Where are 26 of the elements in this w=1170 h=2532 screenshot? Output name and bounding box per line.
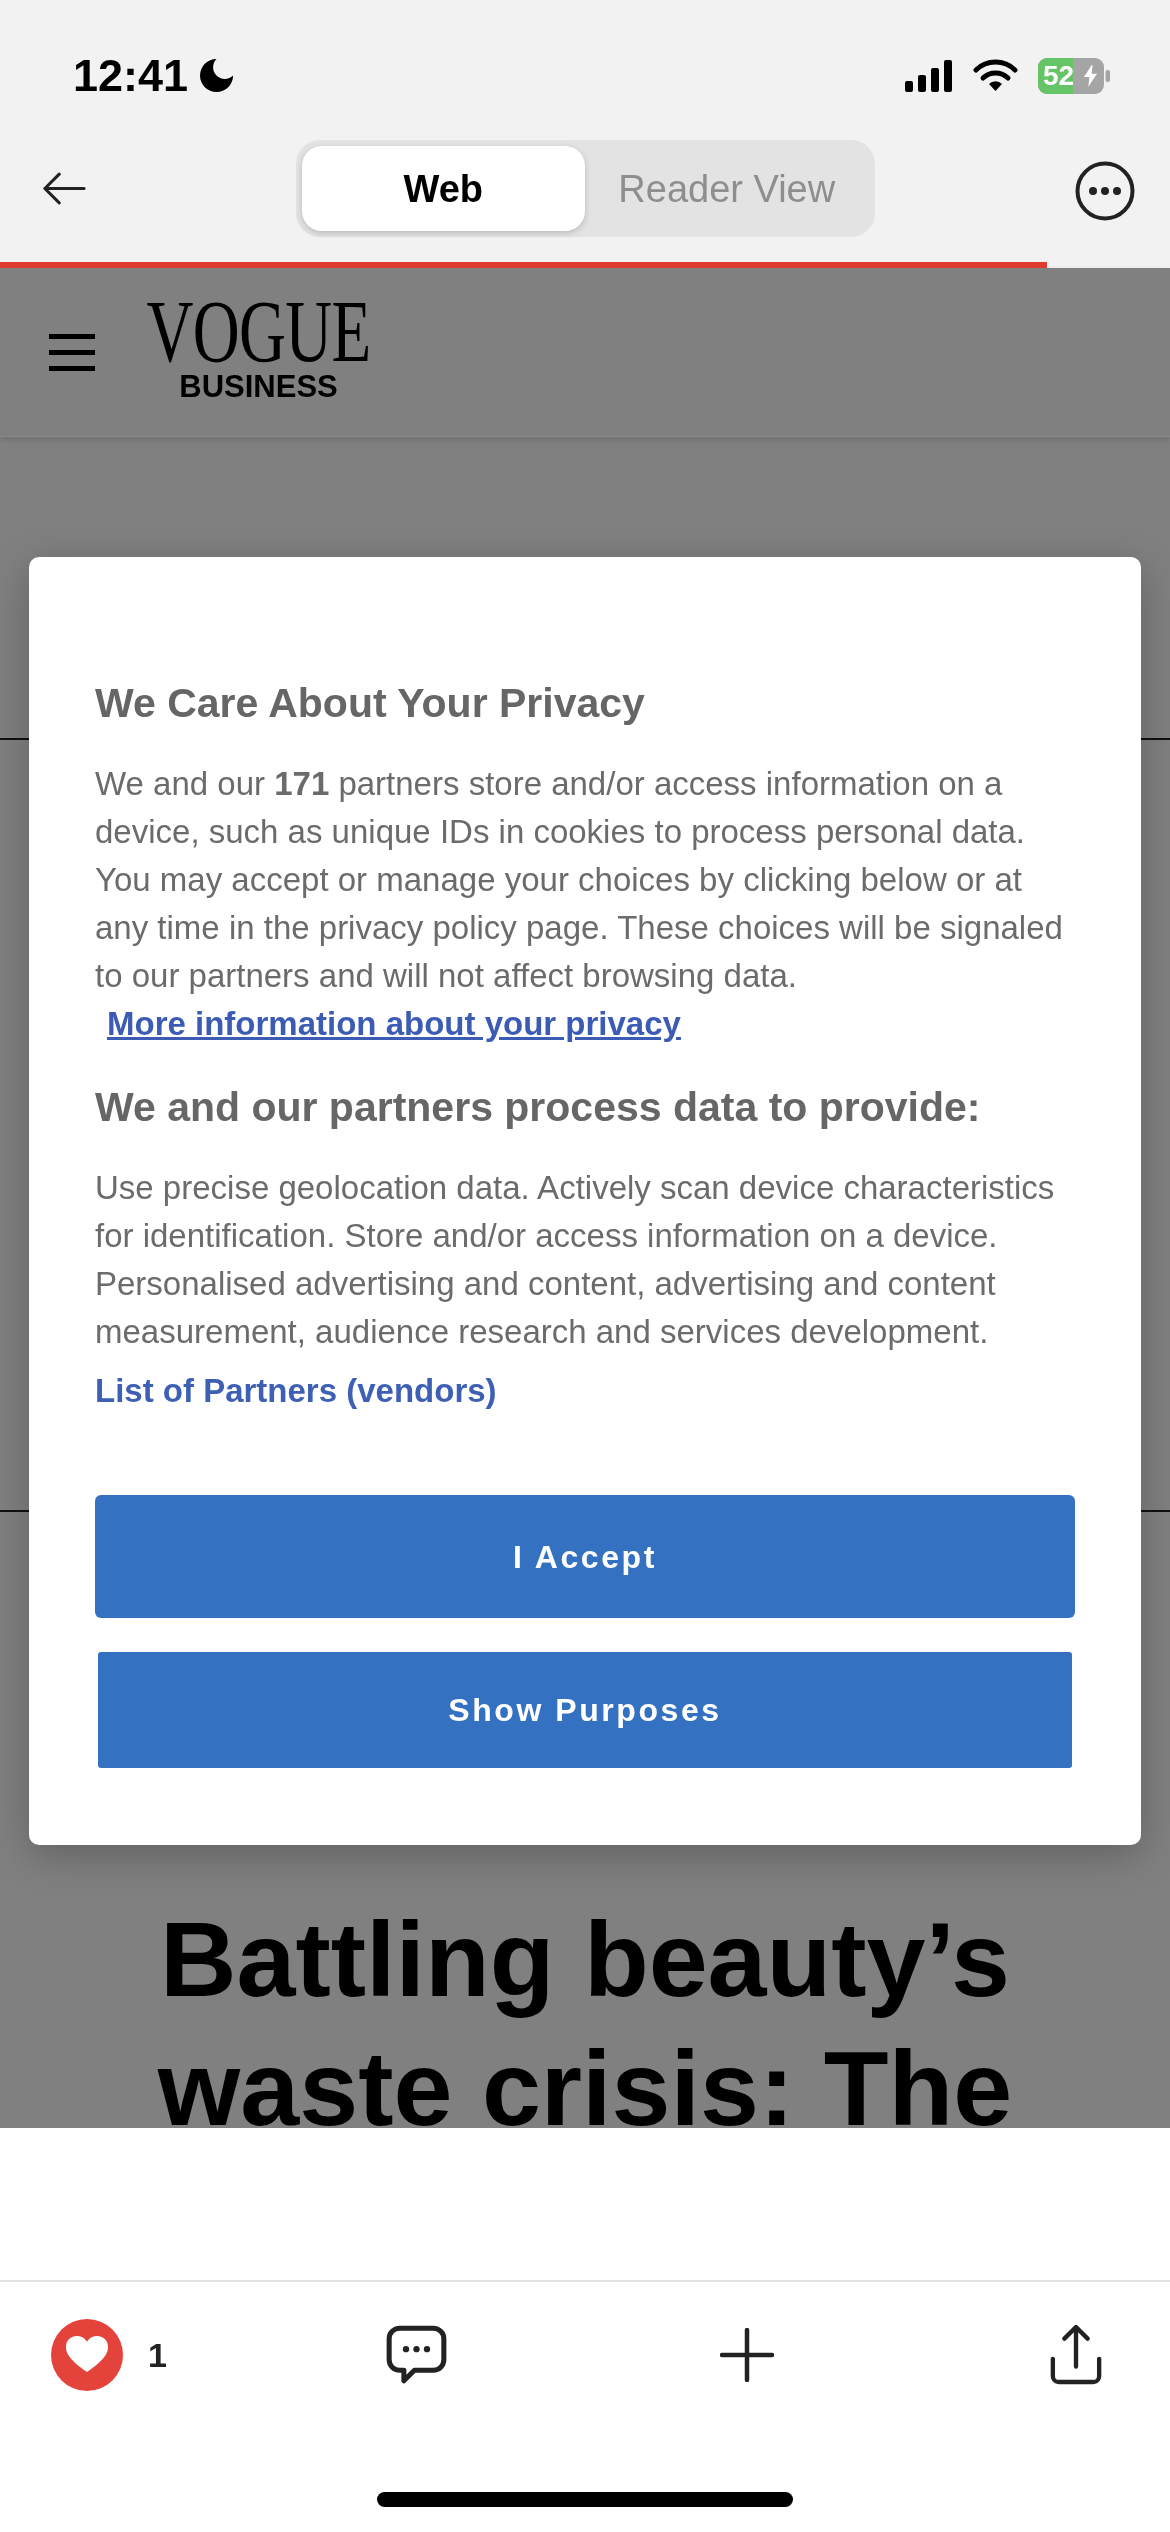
menu-icon[interactable] [49, 333, 95, 371]
wifi-icon [973, 59, 1018, 92]
battery-icon [1038, 57, 1110, 94]
purposes-button[interactable]: Show Purposes [98, 1652, 1072, 1768]
signal-icon [905, 59, 953, 92]
dialog-title: We Care About Your Privacy [95, 679, 646, 727]
back-arrow-icon[interactable] [42, 172, 86, 205]
share-icon[interactable] [1049, 2324, 1103, 2386]
status-time: 12:41 [73, 53, 189, 98]
privacy-notice-text: We and our 171 partners store and/or access information on a device, such as unique IDs in cookies to process personal data. You may accept or manage your choices by clicking below or at any time in the privacy policy page. These choices will be signaled to our partners and will not affect browsing data. More information about your privacy [95, 764, 1064, 1044]
privacy-info-link[interactable]: More information about your privacy [107, 1005, 681, 1042]
logo-subtitle: BUSINESS [179, 370, 338, 402]
plus-icon[interactable] [720, 2328, 774, 2382]
speech-bubble-icon[interactable] [386, 2324, 447, 2386]
view-tab[interactable]: Web [301, 146, 585, 231]
battery-percent: 52 [1043, 61, 1075, 90]
like-count: 1 [148, 2338, 168, 2372]
purposes-heading: We and our partners process data to provide: [95, 1083, 982, 1131]
logo-wordmark[interactable]: VOGUE [146, 290, 371, 371]
accept-button[interactable]: I Accept [95, 1495, 1075, 1618]
moon-icon [200, 58, 235, 93]
partners-link[interactable]: List of Partners (vendors) [95, 1372, 497, 1409]
purposes-text: Use precise geolocation data. Actively scan device characteristics for identification. Store and/or access information on a device. Personalised advertising and content, advertising and content measurement, audience research and services development. [95, 1168, 1056, 1352]
more-options-icon[interactable] [1075, 160, 1135, 221]
bolt-icon [1084, 64, 1097, 87]
article-headline: Battling beauty’s waste crisis: The [156, 1899, 1014, 2149]
